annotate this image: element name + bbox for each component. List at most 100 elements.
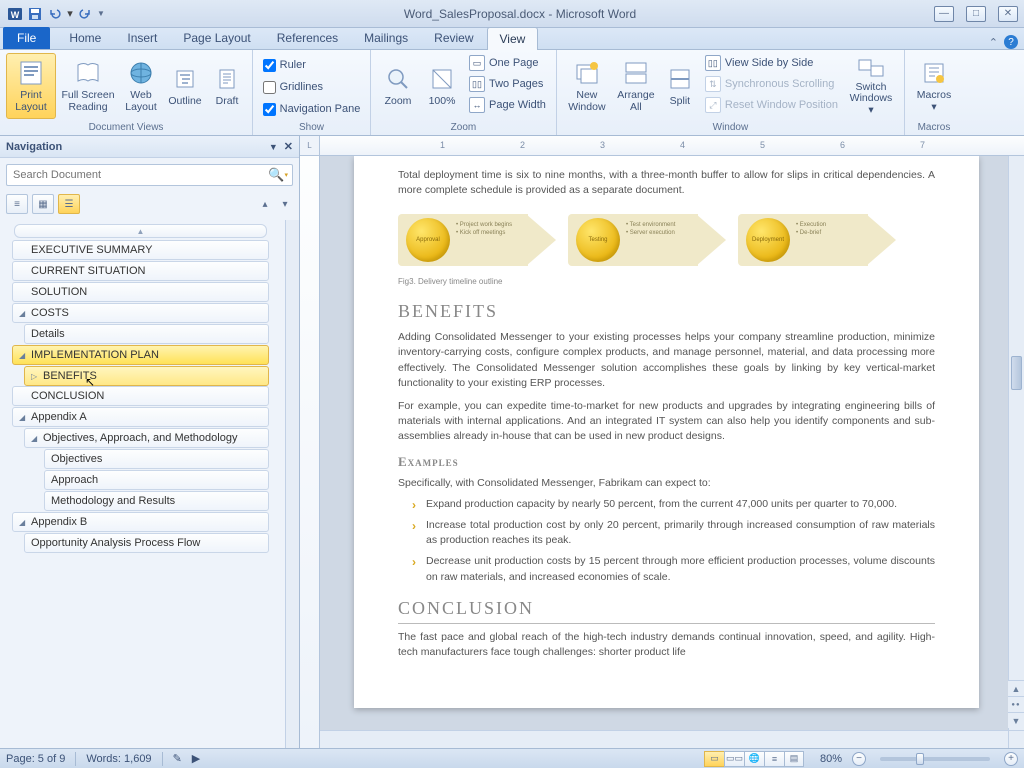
nav-pane-dropdown-icon[interactable]: ▼	[269, 142, 278, 152]
zoom-out-button[interactable]: −	[852, 752, 866, 766]
tab-page-layout[interactable]: Page Layout	[170, 26, 263, 49]
save-icon[interactable]	[26, 5, 44, 23]
nav-item-solution[interactable]: SOLUTION	[12, 282, 269, 302]
view-full-screen[interactable]: ▭▭	[724, 751, 744, 767]
nav-item-oam[interactable]: ◢Objectives, Approach, and Methodology	[24, 428, 269, 448]
macros-button[interactable]: Macros ▾	[911, 53, 957, 119]
group-document-views: Print Layout Full Screen Reading Web Lay…	[0, 50, 253, 135]
gridlines-checkbox[interactable]: Gridlines	[261, 77, 325, 97]
arrange-all-button[interactable]: Arrange All	[613, 53, 659, 119]
split-button[interactable]: Split	[661, 53, 699, 119]
status-macro-icon[interactable]: ▶	[192, 752, 200, 765]
nav-item-details[interactable]: Details	[24, 324, 269, 344]
undo-icon[interactable]	[46, 5, 64, 23]
tab-references[interactable]: References	[264, 26, 351, 49]
nav-item-objectives[interactable]: Objectives	[44, 449, 269, 469]
group-show: Ruler Gridlines Navigation Pane Show	[253, 50, 371, 135]
status-page[interactable]: Page: 5 of 9	[6, 753, 65, 765]
vertical-scrollbar[interactable]	[1008, 156, 1024, 730]
page-width-button[interactable]: ↔Page Width	[465, 95, 550, 115]
outline-button[interactable]: Outline	[164, 53, 206, 119]
draft-button[interactable]: Draft	[208, 53, 246, 119]
select-browse-object-button[interactable]: ●●	[1008, 696, 1024, 712]
tab-file[interactable]: File	[3, 27, 50, 49]
nav-item-executive-summary[interactable]: EXECUTIVE SUMMARY	[12, 240, 269, 260]
view-web[interactable]: 🌐	[744, 751, 764, 767]
ribbon: Print Layout Full Screen Reading Web Lay…	[0, 50, 1024, 136]
diagram-step-approval: Approval Project work beginsKick off mee…	[398, 210, 558, 270]
view-print-layout[interactable]: ▭	[704, 751, 724, 767]
word-app-icon[interactable]: W	[6, 5, 24, 23]
nav-collapse-all[interactable]: ▲	[14, 224, 267, 238]
nav-item-current-situation[interactable]: CURRENT SITUATION	[12, 261, 269, 281]
minimize-ribbon-icon[interactable]: ⌃	[989, 36, 998, 49]
ruler-checkbox[interactable]: Ruler	[261, 55, 308, 75]
nav-pages-tab[interactable]: ▦	[32, 194, 54, 214]
new-window-button[interactable]: New Window	[563, 53, 611, 119]
web-layout-button[interactable]: Web Layout	[120, 53, 162, 119]
undo-dropdown[interactable]: ▾	[66, 5, 74, 23]
nav-pane-close-icon[interactable]: ✕	[284, 140, 293, 153]
nav-item-appendix-b[interactable]: ◢Appendix B	[12, 512, 269, 532]
horizontal-scrollbar[interactable]	[320, 730, 1008, 748]
close-button[interactable]: ✕	[998, 6, 1018, 22]
nav-item-benefits[interactable]: ▷BENEFITS ↖	[24, 366, 269, 386]
minimize-button[interactable]: —	[934, 6, 954, 22]
redo-icon[interactable]	[76, 5, 94, 23]
vertical-ruler[interactable]	[300, 156, 320, 748]
search-icon[interactable]: 🔍▾	[268, 167, 288, 183]
nav-next-button[interactable]: ▾	[277, 194, 293, 214]
document-area: L 1 2 3 4 5 6 7 Total deployment time is…	[300, 136, 1024, 748]
full-screen-reading-button[interactable]: Full Screen Reading	[58, 53, 118, 119]
search-input[interactable]	[6, 164, 293, 186]
nav-item-costs[interactable]: ◢COSTS	[12, 303, 269, 323]
maximize-button[interactable]: □	[966, 6, 986, 22]
view-side-by-side-button[interactable]: ▯▯View Side by Side	[701, 53, 842, 73]
diagram-step-deployment: Deployment ExecutionDe-brief	[738, 210, 898, 270]
help-icon[interactable]: ?	[1004, 35, 1018, 49]
reset-pos-icon: ⤢	[705, 97, 721, 113]
previous-page-button[interactable]: ▲	[1008, 680, 1024, 696]
zoom-slider[interactable]	[880, 757, 990, 761]
zoom-in-button[interactable]: +	[1004, 752, 1018, 766]
nav-item-conclusion[interactable]: CONCLUSION	[12, 386, 269, 406]
nav-item-approach[interactable]: Approach	[44, 470, 269, 490]
tab-insert[interactable]: Insert	[114, 26, 170, 49]
nav-item-methodology[interactable]: Methodology and Results	[44, 491, 269, 511]
nav-scrollbar[interactable]	[285, 220, 299, 748]
qat-customize-dropdown[interactable]: ▼	[96, 5, 106, 23]
view-outline[interactable]: ≡	[764, 751, 784, 767]
next-page-button[interactable]: ▼	[1008, 712, 1024, 728]
document-page[interactable]: Total deployment time is six to nine mon…	[354, 156, 979, 708]
tab-view[interactable]: View	[487, 27, 539, 50]
example-item-1: Expand production capacity by nearly 50 …	[412, 497, 935, 512]
ruler-corner[interactable]: L	[300, 136, 320, 156]
tab-review[interactable]: Review	[421, 26, 486, 49]
zoom-level[interactable]: 80%	[820, 753, 842, 765]
nav-item-opportunity-analysis[interactable]: Opportunity Analysis Process Flow	[24, 533, 269, 553]
nav-item-appendix-a[interactable]: ◢Appendix A	[12, 407, 269, 427]
nav-item-implementation-plan[interactable]: ◢IMPLEMENTATION PLAN	[12, 345, 269, 365]
print-layout-button[interactable]: Print Layout	[6, 53, 56, 119]
nav-results-tab[interactable]: ☰	[58, 194, 80, 214]
tab-mailings[interactable]: Mailings	[351, 26, 421, 49]
status-proofing-icon[interactable]: ✎	[173, 752, 182, 765]
doc-intro-text: Total deployment time is six to nine mon…	[398, 168, 935, 198]
zoom-slider-knob[interactable]	[916, 753, 924, 765]
scrollbar-thumb[interactable]	[1011, 356, 1022, 390]
tab-home[interactable]: Home	[56, 26, 114, 49]
examples-list: Expand production capacity by nearly 50 …	[412, 497, 935, 585]
nav-prev-button[interactable]: ▴	[257, 194, 273, 214]
nav-headings-tab[interactable]: ≡	[6, 194, 28, 214]
document-scroll-area[interactable]: Total deployment time is six to nine mon…	[320, 156, 1024, 748]
switch-windows-button[interactable]: Switch Windows ▾	[844, 53, 898, 119]
status-words[interactable]: Words: 1,609	[86, 753, 151, 765]
two-pages-button[interactable]: ▯▯Two Pages	[465, 74, 550, 94]
horizontal-ruler[interactable]: 1 2 3 4 5 6 7	[320, 136, 1024, 156]
navigation-pane-checkbox[interactable]: Navigation Pane	[261, 99, 363, 119]
one-page-button[interactable]: ▭One Page	[465, 53, 550, 73]
view-draft[interactable]: ▤	[784, 751, 804, 767]
zoom-100-button[interactable]: 100%	[421, 53, 463, 119]
zoom-button[interactable]: Zoom	[377, 53, 419, 119]
examples-intro: Specifically, with Consolidated Messenge…	[398, 476, 935, 491]
